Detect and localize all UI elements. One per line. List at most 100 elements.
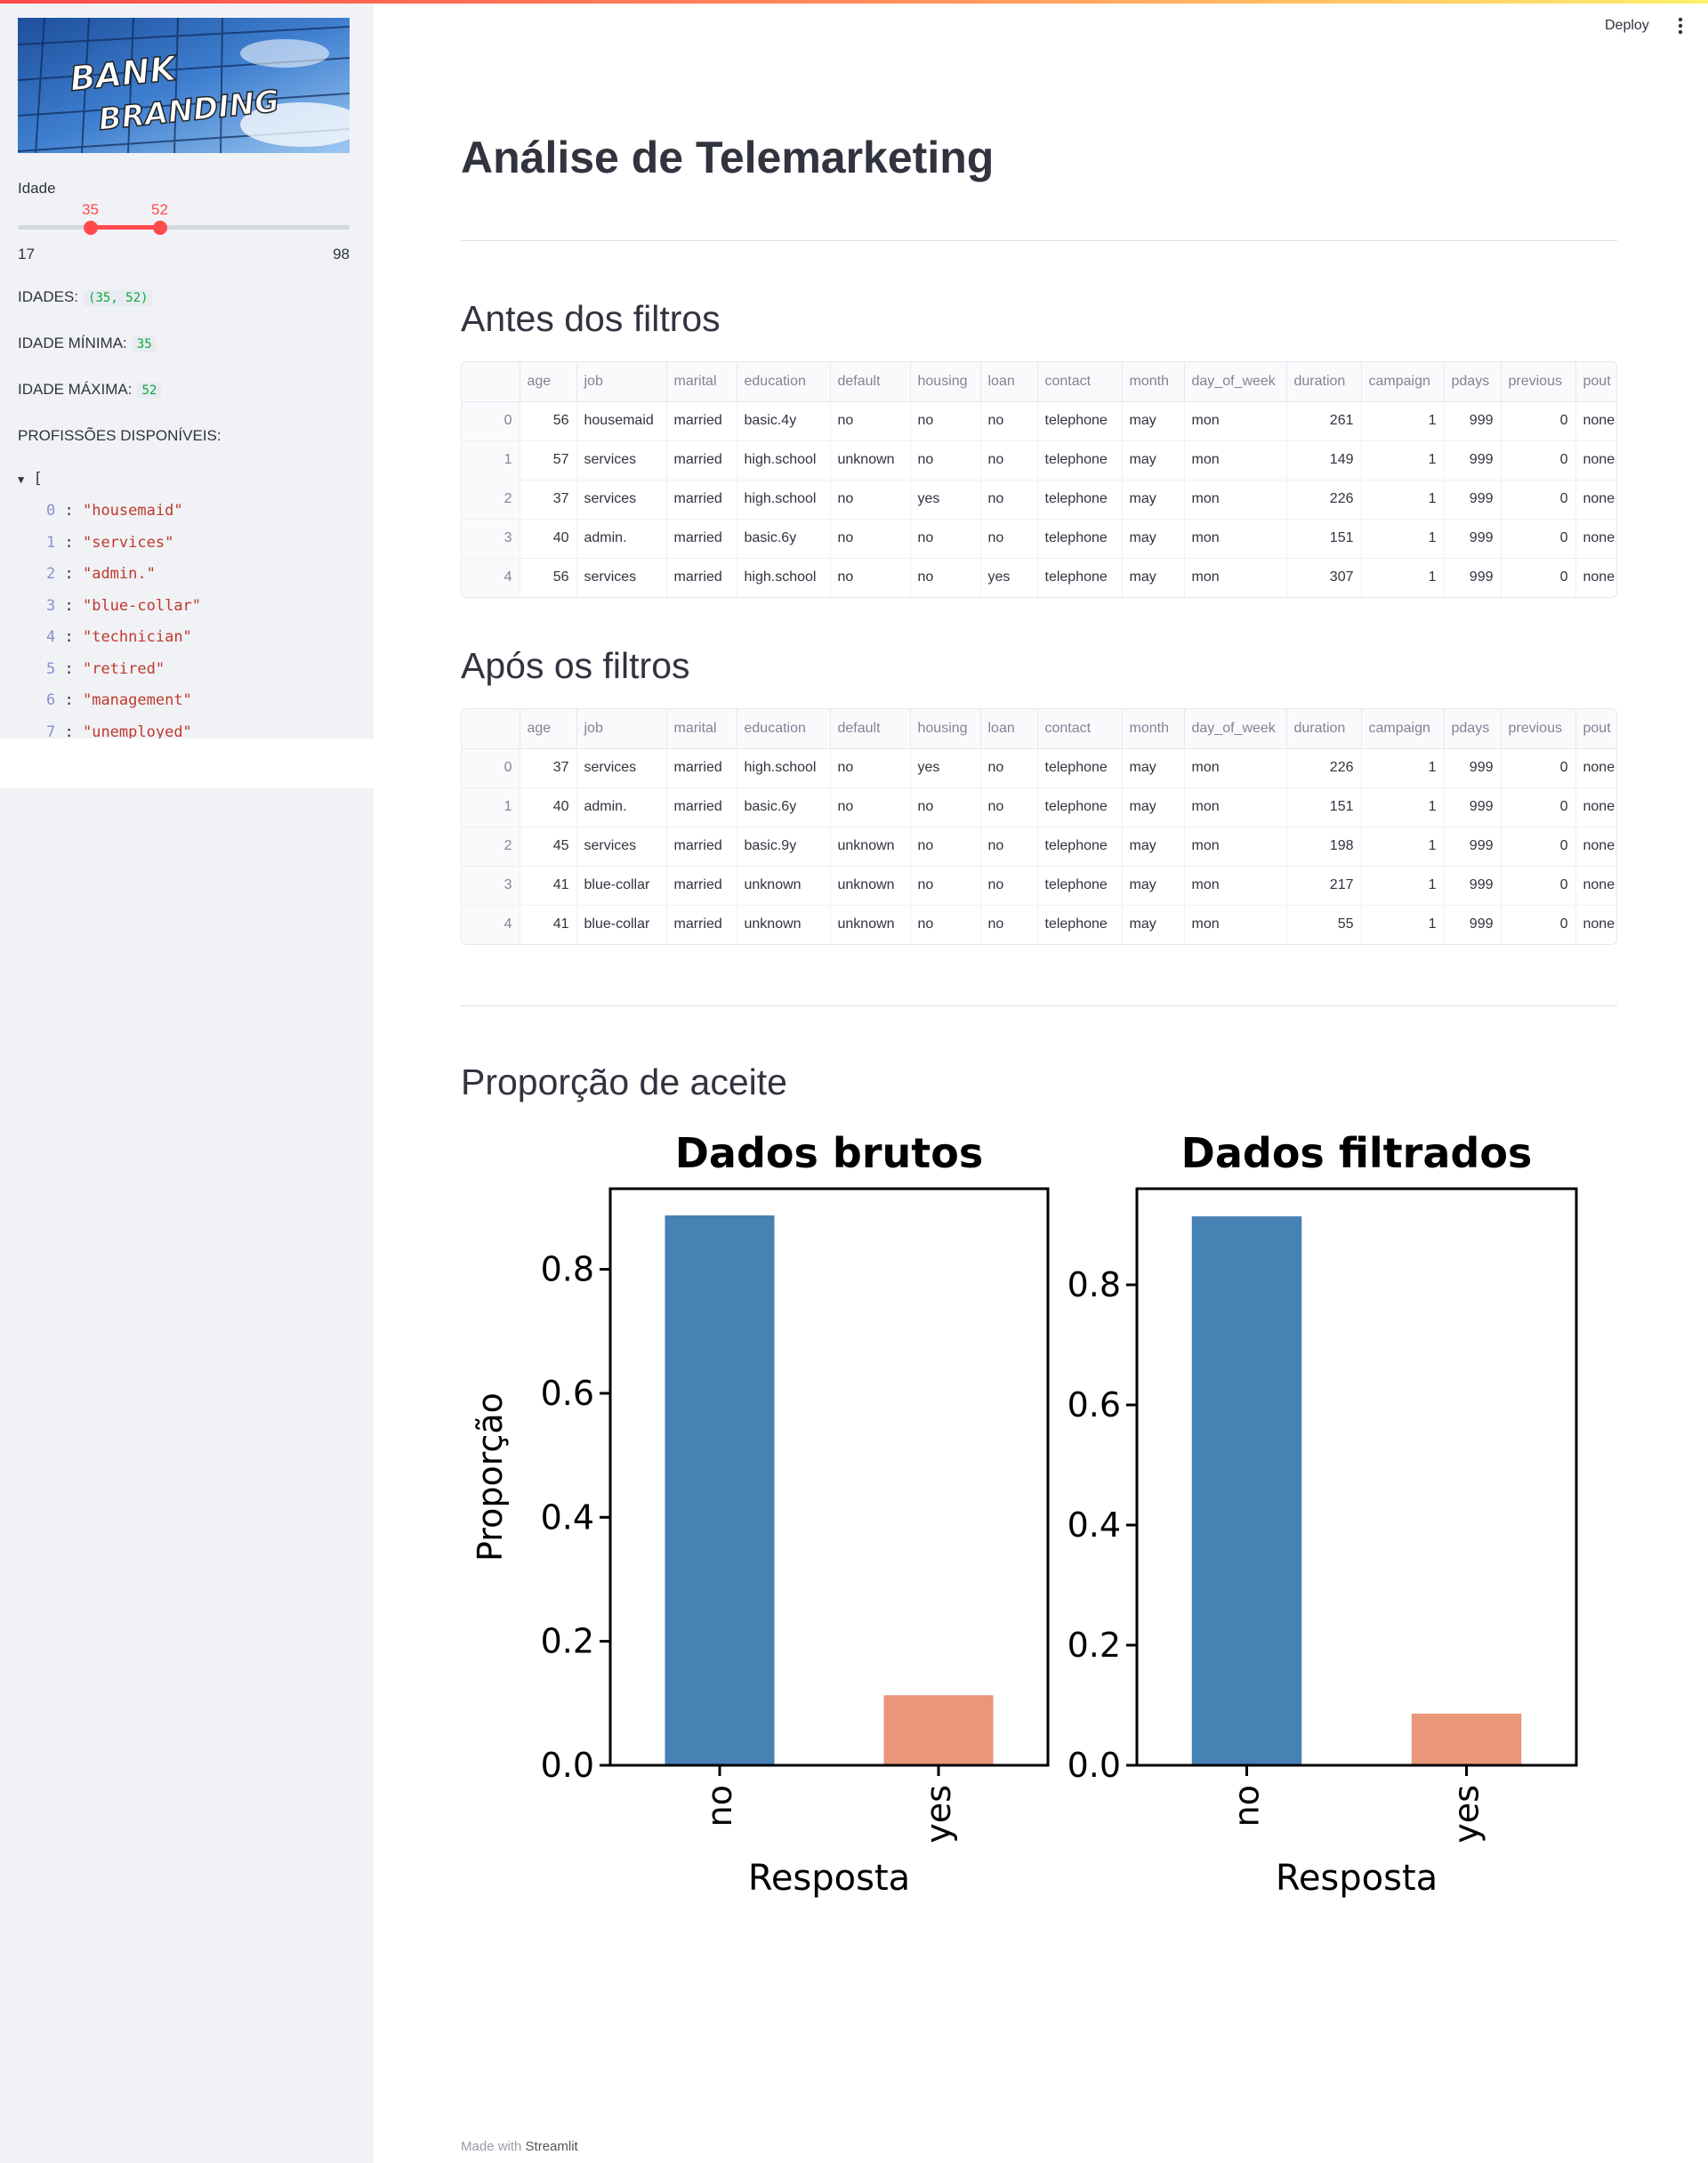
table-cell[interactable]: no [980,787,1038,827]
table-cell[interactable]: 1 [1361,905,1445,944]
table-cell[interactable]: unknown [830,440,911,480]
table-row[interactable]: 1 40 admin. married basic.6y no no no telephone m… [462,787,1616,827]
streamlit-link[interactable]: Streamlit [526,2139,578,2154]
column-header[interactable]: pout [1575,362,1616,402]
table-cell[interactable]: mon [1184,440,1287,480]
table-cell[interactable]: 56 [520,558,577,597]
table-cell[interactable]: married [666,440,737,480]
table-cell[interactable]: high.school [737,558,831,597]
column-header[interactable]: campaign [1361,362,1445,402]
table-cell[interactable]: may [1122,558,1185,597]
table-cell[interactable]: mon [1184,748,1287,788]
table-cell[interactable]: services [576,440,667,480]
table-cell[interactable]: unknown [830,905,911,944]
table-cell[interactable]: services [576,827,667,867]
table-row[interactable]: 2 37 services married high.school no yes no tele… [462,480,1616,520]
table-cell[interactable]: admin. [576,519,667,559]
table-row[interactable]: 3 40 admin. married basic.6y no no no telephone m… [462,519,1616,559]
table-cell[interactable]: high.school [737,440,831,480]
column-header[interactable]: previous [1501,709,1576,749]
table-cell[interactable]: no [910,401,981,441]
table-cell[interactable]: may [1122,401,1185,441]
column-header[interactable]: pdays [1444,709,1502,749]
table-cell[interactable]: 1 [1361,519,1445,559]
table-cell[interactable]: 1 [1361,558,1445,597]
table-cell[interactable]: services [576,748,667,788]
table-cell[interactable]: 999 [1444,827,1502,867]
table-cell[interactable]: 0 [1501,480,1576,520]
column-header[interactable]: job [576,709,667,749]
table-cell[interactable]: may [1122,748,1185,788]
table-cell[interactable]: 0 [1501,519,1576,559]
table-cell[interactable]: 0 [1501,787,1576,827]
table-cell[interactable]: no [830,480,911,520]
table-row[interactable]: 1 57 services married high.school unknown no no… [462,440,1616,480]
table-cell[interactable]: high.school [737,480,831,520]
table-cell[interactable]: 226 [1286,748,1362,788]
table-cell[interactable]: 56 [520,401,577,441]
table-cell[interactable]: 37 [520,480,577,520]
table-cell[interactable]: 1 [1361,440,1445,480]
table-cell[interactable]: telephone [1037,748,1123,788]
table-cell[interactable]: 0 [1501,866,1576,906]
dataframe-after[interactable]: age job marital education default housing loan… [461,708,1617,945]
column-header[interactable] [462,362,520,402]
table-cell[interactable]: 999 [1444,748,1502,788]
table-cell[interactable]: married [666,866,737,906]
column-header[interactable]: duration [1286,362,1362,402]
column-header[interactable]: duration [1286,709,1362,749]
table-row[interactable]: 0 56 housemaid married basic.4y no no no telepho… [462,401,1616,441]
table-cell[interactable]: 261 [1286,401,1362,441]
json-toggle[interactable]: ▼ [ [18,470,43,488]
column-header[interactable]: marital [666,709,737,749]
table-cell[interactable]: married [666,905,737,944]
table-cell[interactable]: unknown [737,905,831,944]
table-cell[interactable]: 1 [1361,480,1445,520]
table-cell[interactable]: may [1122,480,1185,520]
table-cell[interactable]: 999 [1444,866,1502,906]
table-cell[interactable]: 1 [1361,401,1445,441]
table-cell[interactable]: 999 [1444,480,1502,520]
row-index[interactable]: 4 [462,558,520,597]
table-cell[interactable]: no [910,787,981,827]
table-cell[interactable]: services [576,480,667,520]
table-cell[interactable]: 307 [1286,558,1362,597]
table-cell[interactable]: unknown [830,866,911,906]
table-cell[interactable]: 57 [520,440,577,480]
table-cell[interactable]: married [666,558,737,597]
table-cell[interactable]: 1 [1361,866,1445,906]
column-header[interactable]: loan [980,362,1038,402]
table-cell[interactable]: telephone [1037,440,1123,480]
table-cell[interactable]: no [910,827,981,867]
age-slider-low-thumb[interactable] [84,221,98,235]
table-cell[interactable]: 999 [1444,440,1502,480]
table-cell[interactable]: 0 [1501,558,1576,597]
table-cell[interactable]: 37 [520,748,577,788]
table-cell[interactable]: mon [1184,866,1287,906]
column-header[interactable]: age [520,362,577,402]
table-cell[interactable]: mon [1184,905,1287,944]
table-cell[interactable]: married [666,401,737,441]
table-row[interactable]: 4 56 services married high.school no no yes tele… [462,558,1616,597]
row-index[interactable]: 1 [462,787,520,827]
table-cell[interactable]: telephone [1037,401,1123,441]
table-cell[interactable]: 999 [1444,787,1502,827]
table-row[interactable]: 3 41 blue-collar married unknown unknown no no t… [462,866,1616,906]
table-cell[interactable]: no [980,440,1038,480]
table-cell[interactable]: mon [1184,519,1287,559]
table-cell[interactable]: 198 [1286,827,1362,867]
table-cell[interactable]: 0 [1501,401,1576,441]
table-cell[interactable]: 226 [1286,480,1362,520]
table-cell[interactable]: may [1122,827,1185,867]
column-header[interactable]: month [1122,362,1185,402]
column-header[interactable]: age [520,709,577,749]
table-cell[interactable]: 999 [1444,558,1502,597]
column-header[interactable]: education [737,709,831,749]
table-cell[interactable]: mon [1184,401,1287,441]
table-cell[interactable]: 1 [1361,748,1445,788]
table-cell[interactable]: basic.4y [737,401,831,441]
row-index[interactable]: 4 [462,905,520,944]
table-cell[interactable]: mon [1184,480,1287,520]
table-cell[interactable]: telephone [1037,905,1123,944]
table-cell[interactable]: none [1575,480,1616,520]
